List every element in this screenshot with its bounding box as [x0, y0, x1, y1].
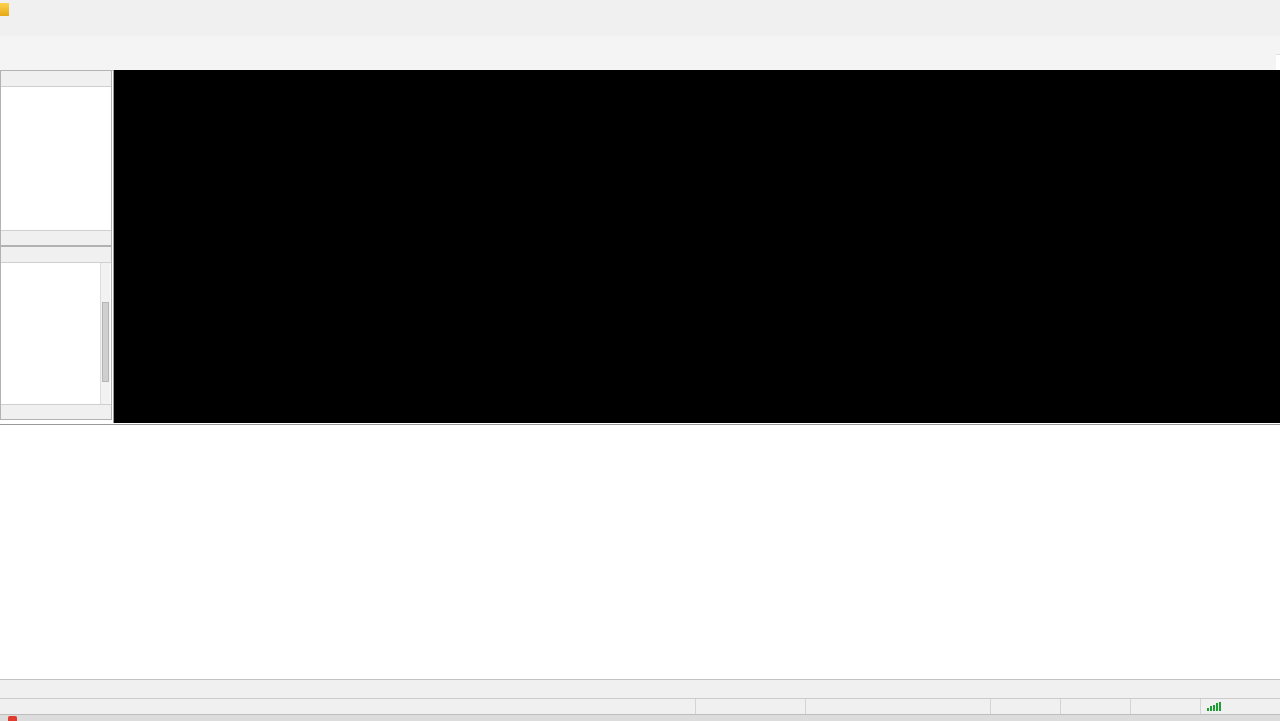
navigator-scrollbar[interactable] — [100, 263, 110, 404]
status-profile[interactable] — [805, 699, 990, 714]
chart-window-xauusd-h1[interactable] — [113, 70, 1280, 423]
market-watch-tabs — [1, 230, 111, 245]
status-cell — [695, 699, 805, 714]
status-cell — [990, 699, 1060, 714]
close-button[interactable] — [1246, 0, 1280, 18]
tester-legend — [0, 424, 1280, 441]
maximize-button[interactable] — [1212, 0, 1246, 18]
connection-bars-icon — [1207, 702, 1222, 711]
navigator-panel — [0, 246, 112, 420]
scrollbar-thumb[interactable] — [102, 302, 109, 383]
market-watch-panel — [0, 70, 112, 246]
navigator-header — [1, 247, 111, 263]
tester-graph[interactable] — [0, 441, 1280, 666]
status-cell — [1130, 699, 1200, 714]
toolbar-standard — [0, 36, 1280, 55]
tester-xaxis — [2, 666, 1278, 679]
menu-bar — [0, 18, 1280, 37]
taskbar-app-icon[interactable] — [8, 716, 17, 721]
status-bar — [0, 698, 1280, 714]
market-watch-header — [1, 71, 111, 87]
toolbar-line-studies — [0, 54, 1276, 71]
tester-tabs — [0, 679, 1280, 699]
app-icon — [0, 2, 9, 16]
status-cell — [1060, 699, 1130, 714]
status-connection — [1200, 699, 1280, 714]
minimize-button[interactable] — [1178, 0, 1212, 18]
navigator-tabs — [1, 404, 111, 419]
title-bar — [0, 0, 1280, 19]
window-controls — [1178, 0, 1280, 18]
